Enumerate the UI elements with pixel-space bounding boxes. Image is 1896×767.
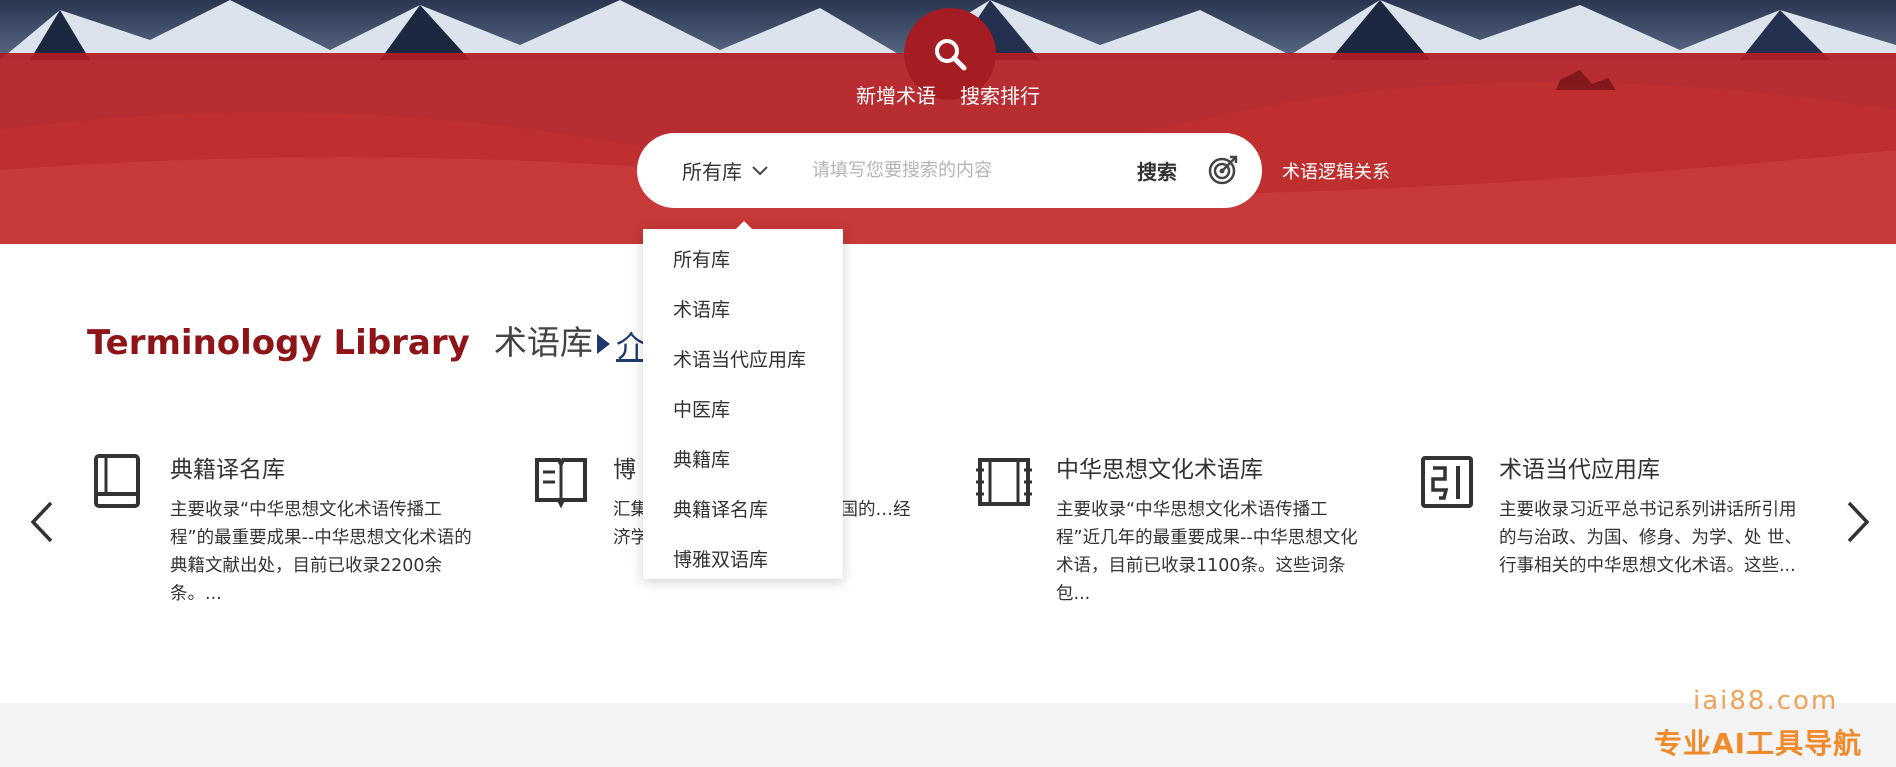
dropdown-caret xyxy=(735,221,753,230)
open-book-icon xyxy=(535,458,587,509)
yin-character-icon xyxy=(1421,456,1473,508)
dropdown-option-classics-translation[interactable]: 典籍译名库 xyxy=(643,485,843,535)
dropdown-option-boya-bilingual[interactable]: 博雅双语库 xyxy=(643,535,843,585)
card-title: 中华思想文化术语库 xyxy=(1056,457,1263,483)
play-triangle-icon xyxy=(597,334,610,354)
dropdown-option-all[interactable]: 所有库 xyxy=(643,235,843,285)
library-card[interactable]: 术语当代应用库 主要收录习近平总书记系列讲话所引用的与治政、为国、修身、为学、处… xyxy=(1419,450,1849,610)
card-title: 博 xyxy=(613,457,636,483)
intro-link[interactable]: 介 xyxy=(597,322,646,366)
top-nav: 新增术语 搜索排行 xyxy=(856,80,1040,109)
search-button[interactable]: 搜索 xyxy=(1137,133,1177,208)
search-ranking-link[interactable]: 搜索排行 xyxy=(960,80,1040,109)
search-icon xyxy=(935,39,967,71)
card-title: 术语当代应用库 xyxy=(1499,457,1660,483)
card-description: 主要收录“中华思想文化术语传播工程”近几年的最重要成果--中华思想文化术语，目前… xyxy=(1056,500,1358,604)
scroll-icon xyxy=(976,458,1032,506)
hero-banner: 新增术语 搜索排行 所有库 搜索 术语逻辑关系 xyxy=(0,0,1896,244)
library-select-value: 所有库 xyxy=(682,160,742,184)
watermark-domain: iai88.com xyxy=(1693,686,1839,716)
dropdown-option-tcm[interactable]: 中医库 xyxy=(643,385,843,435)
search-input[interactable] xyxy=(812,152,1132,188)
footer-band xyxy=(0,703,1896,767)
section-title: Terminology Library 术语库 xyxy=(87,316,593,364)
section-title-cn: 术语库 xyxy=(493,323,593,362)
dropdown-option-terminology[interactable]: 术语库 xyxy=(643,285,843,335)
library-dropdown: 所有库 术语库 术语当代应用库 中医库 典籍库 典籍译名库 博雅双语库 xyxy=(643,221,843,579)
library-card[interactable]: 中华思想文化术语库 主要收录“中华思想文化术语传播工程”近几年的最重要成果--中… xyxy=(976,450,1406,610)
book-icon xyxy=(94,454,140,508)
library-select[interactable]: 所有库 xyxy=(682,133,768,208)
search-bar: 所有库 搜索 xyxy=(637,133,1262,208)
dropdown-option-contemporary[interactable]: 术语当代应用库 xyxy=(643,335,843,385)
card-title: 典籍译名库 xyxy=(170,457,285,483)
card-description: 主要收录习近平总书记系列讲话所引用的与治政、为国、修身、为学、处 世、行事相关的… xyxy=(1499,500,1803,576)
card-description: 主要收录“中华思想文化术语传播工程”的最重要成果--中华思想文化术语的典籍文献出… xyxy=(170,500,472,604)
section-title-en: Terminology Library xyxy=(87,323,470,363)
chevron-down-icon xyxy=(752,165,768,175)
new-term-link[interactable]: 新增术语 xyxy=(856,80,936,109)
term-logic-link[interactable]: 术语逻辑关系 xyxy=(1282,158,1390,184)
intro-link-label: 介 xyxy=(616,330,646,365)
target-icon[interactable] xyxy=(1206,153,1240,187)
dropdown-option-classics[interactable]: 典籍库 xyxy=(643,435,843,485)
watermark-tagline: 专业AI工具导航 xyxy=(1654,727,1863,760)
carousel-prev-icon[interactable] xyxy=(27,500,57,544)
library-card[interactable]: 典籍译名库 主要收录“中华思想文化术语传播工程”的最重要成果--中华思想文化术语… xyxy=(90,450,520,610)
